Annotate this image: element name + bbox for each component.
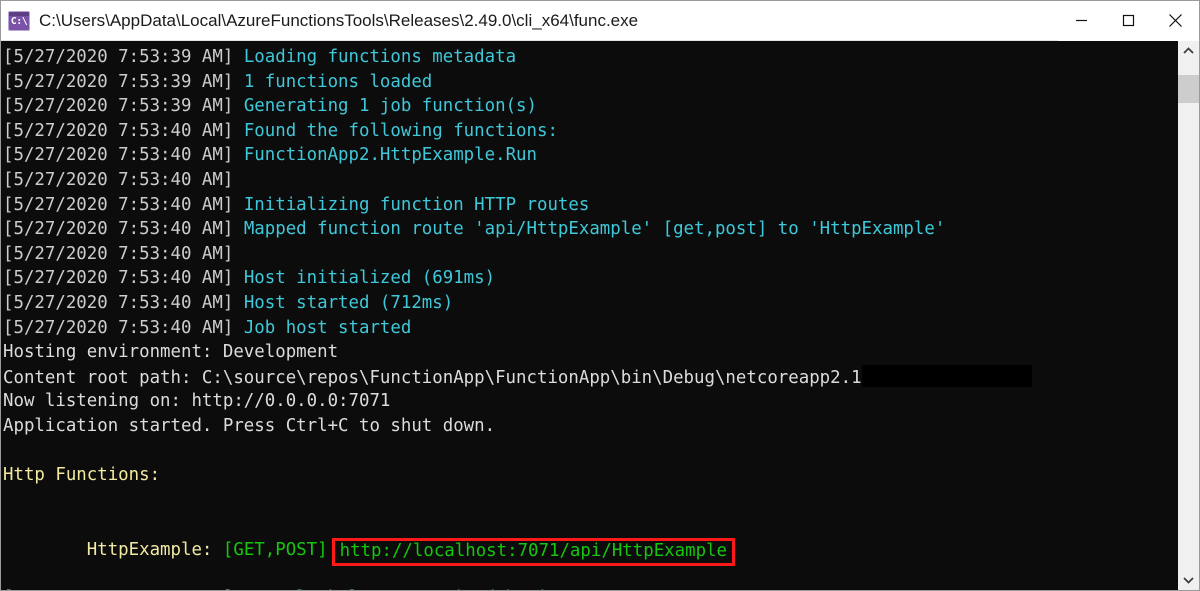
minimize-button[interactable] bbox=[1058, 0, 1105, 41]
console-body: [5/27/2020 7:53:39 AM] Loading functions… bbox=[1, 41, 1199, 590]
console-app-icon: C:\ bbox=[8, 10, 30, 31]
function-entry-line: HttpExample: [GET,POST] http://localhost:… bbox=[3, 537, 1177, 566]
console-output[interactable]: [5/27/2020 7:53:39 AM] Loading functions… bbox=[1, 41, 1177, 590]
log-timestamp: [5/27/2020 7:53:40 AM] bbox=[3, 317, 234, 338]
function-url[interactable]: http://localhost:7071/api/HttpExample bbox=[340, 541, 727, 561]
function-methods: [GET,POST] bbox=[222, 539, 328, 560]
scrollbar-track[interactable] bbox=[1178, 61, 1199, 570]
log-line: [5/27/2020 7:53:39 AM] 1 functions loade… bbox=[3, 70, 1177, 95]
window-title: C:\Users\AppData\Local\AzureFunctionsToo… bbox=[39, 10, 639, 30]
log-message: Host started (712ms) bbox=[233, 292, 454, 313]
log-line: [5/27/2020 7:53:40 AM] Mapped function r… bbox=[3, 217, 1177, 242]
application-started-line: Application started. Press Ctrl+C to shu… bbox=[3, 414, 1177, 439]
log-message: Initializing function HTTP routes bbox=[233, 194, 590, 215]
log-message: Host initialized (691ms) bbox=[233, 268, 496, 289]
log-message: Job host started bbox=[233, 317, 412, 338]
log-line: [5/27/2020 7:53:40 AM] Initializing func… bbox=[3, 193, 1177, 218]
log-line: [5/27/2020 7:53:40 AM] Job host started bbox=[3, 316, 1177, 341]
log-timestamp: [5/27/2020 7:53:39 AM] bbox=[3, 96, 234, 117]
log-line: [5/27/2020 7:53:40 AM] Found the followi… bbox=[3, 119, 1177, 144]
redaction-box bbox=[861, 364, 1032, 387]
console-window: C:\ C:\Users\AppData\Local\AzureFunction… bbox=[0, 0, 1200, 591]
scroll-down-arrow-icon[interactable] bbox=[1178, 570, 1199, 590]
now-listening-line: Now listening on: http://0.0.0.0:7071 bbox=[3, 389, 1177, 414]
log-timestamp: [5/27/2020 7:53:39 AM] bbox=[3, 71, 234, 92]
http-functions-heading: Http Functions: bbox=[3, 465, 161, 486]
log-line: [5/27/2020 7:53:47 AM] Host lock lease a… bbox=[3, 586, 1177, 590]
log-line: [5/27/2020 7:53:40 AM] bbox=[3, 168, 1177, 193]
console-app-icon-label: C:\ bbox=[10, 16, 28, 27]
window-controls bbox=[1058, 0, 1199, 41]
log-line: [5/27/2020 7:53:39 AM] Loading functions… bbox=[3, 45, 1177, 70]
close-button[interactable] bbox=[1152, 0, 1199, 41]
hosting-environment-line: Hosting environment: Development bbox=[3, 340, 1177, 365]
function-name: HttpExample: bbox=[86, 539, 213, 560]
log-message: Found the following functions: bbox=[233, 120, 558, 141]
log-line: [5/27/2020 7:53:40 AM] FunctionApp2.Http… bbox=[3, 143, 1177, 168]
log-message: Mapped function route 'api/HttpExample' … bbox=[233, 219, 946, 240]
now-listening-text: Now listening on: http://0.0.0.0:7071 bbox=[3, 391, 391, 412]
log-timestamp: [5/27/2020 7:53:40 AM] bbox=[3, 145, 234, 166]
scrollbar-thumb[interactable] bbox=[1178, 75, 1199, 103]
log-line: [5/27/2020 7:53:40 AM] Host started (712… bbox=[3, 291, 1177, 316]
log-message: Host lock lease acquired by instance ID … bbox=[233, 588, 1019, 590]
http-functions-heading-line: Http Functions: bbox=[3, 463, 1177, 488]
title-bar[interactable]: C:\ C:\Users\AppData\Local\AzureFunction… bbox=[1, 0, 1199, 41]
log-timestamp: [5/27/2020 7:53:40 AM] bbox=[3, 194, 234, 215]
log-timestamp: [5/27/2020 7:53:39 AM] bbox=[3, 47, 234, 67]
log-timestamp: [5/27/2020 7:53:47 AM] bbox=[3, 588, 233, 590]
log-timestamp: [5/27/2020 7:53:40 AM] bbox=[3, 219, 234, 240]
title-bar-left: C:\ C:\Users\AppData\Local\AzureFunction… bbox=[1, 10, 1058, 31]
log-message: 1 functions loaded bbox=[233, 71, 433, 92]
content-root-path-text: Content root path: C:\source\repos\Funct… bbox=[3, 367, 862, 388]
log-line: [5/27/2020 7:53:40 AM] bbox=[3, 242, 1177, 267]
log-message: FunctionApp2.HttpExample.Run bbox=[233, 145, 537, 166]
log-message: Generating 1 job function(s) bbox=[233, 96, 537, 117]
hosting-environment-text: Hosting environment: Development bbox=[3, 342, 339, 363]
scroll-up-arrow-icon[interactable] bbox=[1178, 41, 1199, 61]
log-line: [5/27/2020 7:53:40 AM] Host initialized … bbox=[3, 266, 1177, 291]
log-line: [5/27/2020 7:53:39 AM] Generating 1 job … bbox=[3, 94, 1177, 119]
log-timestamp: [5/27/2020 7:53:40 AM] bbox=[3, 243, 234, 264]
vertical-scrollbar[interactable] bbox=[1177, 41, 1199, 590]
function-entry-indent bbox=[3, 540, 87, 560]
log-timestamp: [5/27/2020 7:53:40 AM] bbox=[3, 169, 234, 190]
log-timestamp: [5/27/2020 7:53:40 AM] bbox=[3, 268, 234, 289]
function-url-highlight[interactable]: http://localhost:7071/api/HttpExample bbox=[331, 537, 735, 566]
content-root-path-line: Content root path: C:\source\repos\Funct… bbox=[3, 364, 1177, 390]
application-started-text: Application started. Press Ctrl+C to shu… bbox=[3, 415, 496, 436]
log-timestamp: [5/27/2020 7:53:40 AM] bbox=[3, 292, 234, 313]
log-timestamp: [5/27/2020 7:53:40 AM] bbox=[3, 120, 234, 141]
maximize-button[interactable] bbox=[1105, 0, 1152, 41]
function-entry-gap bbox=[212, 540, 222, 560]
log-message: Loading functions metadata bbox=[233, 47, 517, 67]
